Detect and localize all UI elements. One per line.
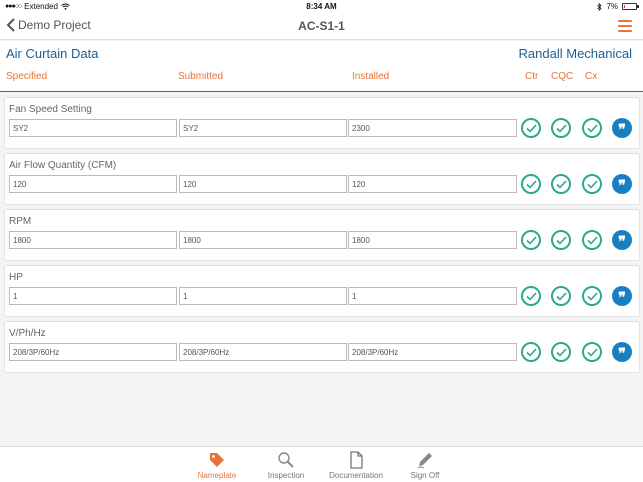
- submitted-field[interactable]: [179, 175, 347, 193]
- section-header: Air Curtain Data Randall Mechanical Spec…: [0, 41, 643, 92]
- cx-check-icon[interactable]: [582, 342, 602, 362]
- cx-check-icon[interactable]: [582, 174, 602, 194]
- comment-icon[interactable]: ❞: [612, 230, 632, 250]
- installed-field[interactable]: [348, 287, 517, 305]
- cqc-check-icon[interactable]: [551, 118, 571, 138]
- page-title: AC-S1-1: [298, 19, 345, 33]
- row-label: Fan Speed Setting: [9, 104, 92, 115]
- status-time: 8:34 AM: [306, 2, 337, 11]
- cqc-check-icon[interactable]: [551, 286, 571, 306]
- table-row: RPM ❞: [4, 209, 640, 261]
- col-specified: Specified: [6, 71, 48, 82]
- ctr-check-icon[interactable]: [521, 174, 541, 194]
- nav-bar: Demo Project AC-S1-1: [0, 13, 643, 40]
- magnifier-icon: [278, 452, 294, 468]
- specified-field[interactable]: [9, 343, 177, 361]
- ctr-check-icon[interactable]: [521, 230, 541, 250]
- status-bar: ●●●○○ Extended 8:34 AM 7%: [0, 0, 643, 13]
- tab-label: Inspection: [267, 471, 305, 480]
- section-title: Air Curtain Data: [6, 46, 99, 61]
- table-row: Fan Speed Setting ❞: [4, 97, 640, 149]
- battery-fill: [624, 5, 625, 8]
- comment-icon[interactable]: ❞: [612, 286, 632, 306]
- comment-icon[interactable]: ❞: [612, 118, 632, 138]
- tab-nameplate[interactable]: Nameplate: [182, 451, 252, 480]
- cx-check-icon[interactable]: [582, 230, 602, 250]
- ctr-check-icon[interactable]: [521, 286, 541, 306]
- pen-icon: [417, 453, 432, 469]
- specified-field[interactable]: [9, 175, 177, 193]
- installed-field[interactable]: [348, 119, 517, 137]
- submitted-field[interactable]: [179, 119, 347, 137]
- tab-sign-off[interactable]: Sign Off: [390, 451, 460, 480]
- bluetooth-icon: [597, 2, 603, 11]
- submitted-field[interactable]: [179, 343, 347, 361]
- col-cx: Cx: [585, 71, 598, 82]
- cqc-check-icon[interactable]: [551, 230, 571, 250]
- cqc-check-icon[interactable]: [551, 342, 571, 362]
- battery-percent: 7%: [606, 2, 618, 11]
- specified-field[interactable]: [9, 231, 177, 249]
- tab-documentation[interactable]: Documentation: [321, 451, 391, 480]
- tab-label: Nameplate: [197, 471, 237, 480]
- tag-icon: [210, 453, 224, 467]
- menu-icon[interactable]: [618, 20, 632, 32]
- col-ctr: Ctr: [525, 71, 539, 82]
- table-row: Air Flow Quantity (CFM) ❞: [4, 153, 640, 205]
- tab-label: Documentation: [329, 471, 383, 480]
- row-label: HP: [9, 272, 23, 283]
- company-name: Randall Mechanical: [518, 46, 632, 61]
- document-icon: [350, 451, 363, 469]
- table-row: HP ❞: [4, 265, 640, 317]
- installed-field[interactable]: [348, 343, 517, 361]
- tab-bar: Nameplate Inspection Documentation Sign …: [0, 446, 643, 482]
- battery-icon: [622, 3, 639, 10]
- col-submitted: Submitted: [178, 71, 224, 82]
- installed-field[interactable]: [348, 175, 517, 193]
- col-cqc: CQC: [551, 71, 574, 82]
- tab-inspection[interactable]: Inspection: [251, 451, 321, 480]
- ctr-check-icon[interactable]: [521, 118, 541, 138]
- specified-field[interactable]: [9, 287, 177, 305]
- specified-field[interactable]: [9, 119, 177, 137]
- ctr-check-icon[interactable]: [521, 342, 541, 362]
- submitted-field[interactable]: [179, 231, 347, 249]
- comment-icon[interactable]: ❞: [612, 174, 632, 194]
- table-row: V/Ph/Hz ❞: [4, 321, 640, 373]
- submitted-field[interactable]: [179, 287, 347, 305]
- comment-icon[interactable]: ❞: [612, 342, 632, 362]
- tab-label: Sign Off: [410, 471, 440, 480]
- cqc-check-icon[interactable]: [551, 174, 571, 194]
- col-installed: Installed: [352, 71, 390, 82]
- installed-field[interactable]: [348, 231, 517, 249]
- row-label: Air Flow Quantity (CFM): [9, 160, 117, 171]
- row-label: RPM: [9, 216, 32, 227]
- cx-check-icon[interactable]: [582, 286, 602, 306]
- row-label: V/Ph/Hz: [9, 328, 46, 339]
- cx-check-icon[interactable]: [582, 118, 602, 138]
